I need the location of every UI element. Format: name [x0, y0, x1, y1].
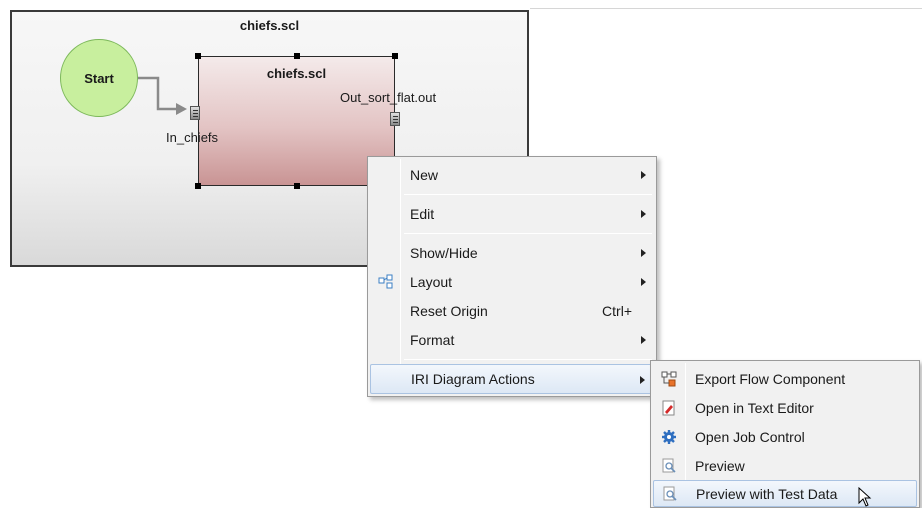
submenu-arrow-icon — [641, 249, 646, 257]
menu-item-label: New — [410, 167, 439, 183]
preview-icon — [661, 458, 677, 474]
menu-item-open-in-text-editor[interactable]: Open in Text Editor — [653, 393, 917, 422]
gear-icon — [661, 429, 677, 445]
resize-handle[interactable] — [195, 53, 201, 59]
output-port-label: Out_sort_flat.out — [340, 90, 437, 105]
menu-item-iri-diagram-actions[interactable]: IRI Diagram Actions — [370, 364, 654, 394]
menu-item-label: Preview — [695, 457, 745, 474]
flow-component[interactable]: chiefs.scl — [195, 53, 398, 189]
menu-item-shortcut: Ctrl+ — [602, 303, 632, 319]
output-port-icon[interactable] — [390, 112, 400, 126]
menu-item-layout[interactable]: Layout — [370, 267, 654, 297]
menu-separator — [404, 194, 652, 195]
menu-item-label: Show/Hide — [410, 245, 478, 261]
resize-handle[interactable] — [294, 183, 300, 189]
menu-item-preview-with-test-data[interactable]: Preview with Test Data — [653, 480, 917, 507]
submenu-arrow-icon — [641, 171, 646, 179]
layout-icon — [378, 274, 394, 290]
menu-item-reset-origin[interactable]: Reset Origin Ctrl+ — [370, 296, 654, 326]
menu-item-edit[interactable]: Edit — [370, 199, 654, 229]
menu-item-label: Open Job Control — [695, 428, 805, 445]
menu-item-label: Preview with Test Data — [696, 485, 838, 502]
menu-item-export-flow-component[interactable]: Export Flow Component — [653, 364, 917, 393]
submenu-arrow-icon — [641, 210, 646, 218]
text-editor-icon — [661, 400, 677, 416]
submenu-arrow-icon — [641, 336, 646, 344]
top-divider — [530, 8, 922, 9]
submenu-arrow-icon — [640, 376, 645, 384]
iri-diagram-actions-submenu: Export Flow Component Open in Text Edito… — [650, 360, 920, 508]
menu-item-label: IRI Diagram Actions — [411, 371, 535, 387]
menu-item-preview[interactable]: Preview — [653, 451, 917, 480]
menu-item-label: Edit — [410, 206, 435, 222]
submenu-arrow-icon — [641, 278, 646, 286]
menu-item-label: Format — [410, 332, 455, 348]
menu-item-format[interactable]: Format — [370, 325, 654, 355]
menu-item-label: Export Flow Component — [695, 370, 846, 387]
resize-handle[interactable] — [294, 53, 300, 59]
mouse-cursor-icon — [858, 487, 872, 507]
context-menu: New Edit Show/Hide Layout Reset Origin C… — [367, 156, 657, 397]
menu-item-label: Reset Origin — [410, 303, 488, 319]
menu-separator — [404, 359, 652, 360]
menu-item-show-hide[interactable]: Show/Hide — [370, 238, 654, 268]
menu-item-new[interactable]: New — [370, 160, 654, 190]
export-flow-icon — [661, 371, 677, 387]
resize-handle[interactable] — [195, 183, 201, 189]
resize-handle[interactable] — [392, 53, 398, 59]
menu-item-label: Open in Text Editor — [695, 399, 814, 416]
component-title: chiefs.scl — [266, 66, 327, 81]
menu-item-label: Layout — [410, 274, 453, 290]
input-port-icon[interactable] — [190, 106, 200, 120]
preview-icon — [662, 486, 678, 502]
menu-item-open-job-control[interactable]: Open Job Control — [653, 422, 917, 451]
input-port-label: In_chiefs — [166, 130, 219, 145]
menu-separator — [404, 233, 652, 234]
